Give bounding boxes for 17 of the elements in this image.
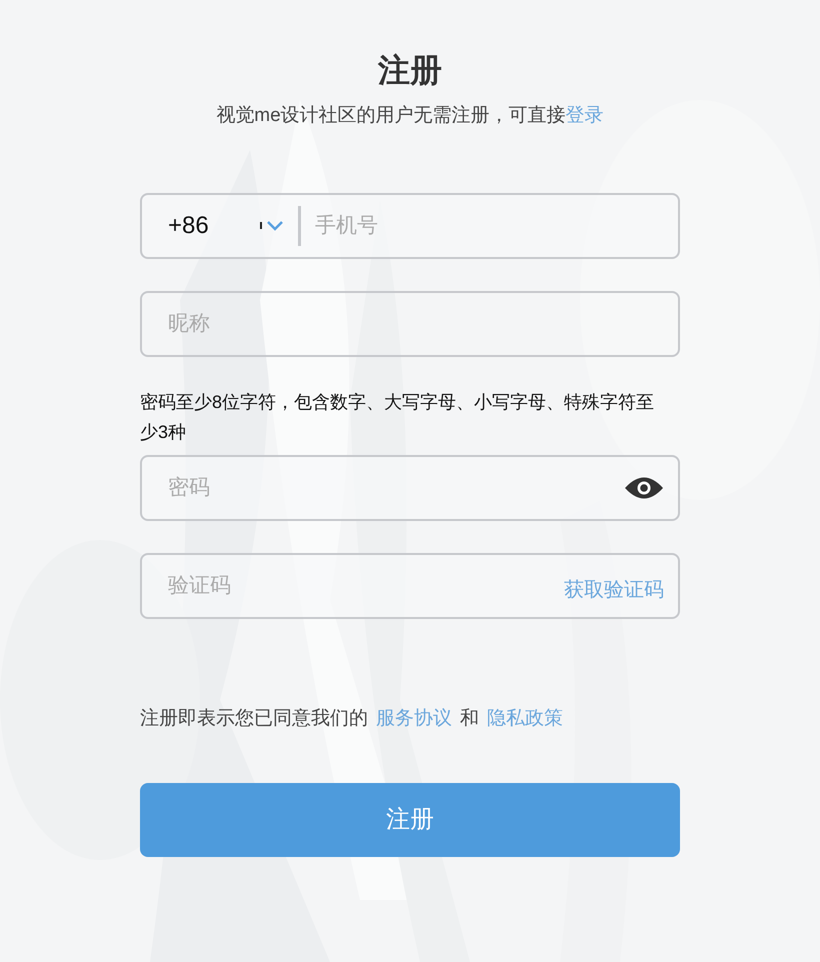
eye-icon[interactable]: [624, 475, 664, 501]
nickname-field[interactable]: 昵称: [140, 291, 680, 357]
terms-link[interactable]: 服务协议: [376, 705, 452, 733]
phone-field[interactable]: +86 手机号: [140, 193, 680, 259]
password-field[interactable]: 密码: [140, 455, 680, 521]
country-code[interactable]: +86: [168, 208, 238, 244]
register-button[interactable]: 注册: [140, 783, 680, 857]
subtitle: 视觉me设计社区的用户无需注册，可直接登录: [216, 104, 604, 128]
page-title: 注册: [378, 51, 442, 90]
password-input[interactable]: 密码: [168, 472, 624, 504]
agreement-text: 和: [460, 707, 479, 731]
login-link[interactable]: 登录: [566, 105, 604, 126]
password-hint: 密码至少8位字符，包含数字、大写字母、小写字母、特殊字符至少3种: [140, 391, 656, 444]
get-code-button[interactable]: 获取验证码: [564, 575, 664, 605]
agreement-text: 注册即表示您已同意我们的: [140, 707, 368, 731]
verification-code-field[interactable]: 验证码 获取验证码: [140, 553, 680, 619]
privacy-link[interactable]: 隐私政策: [487, 705, 563, 733]
